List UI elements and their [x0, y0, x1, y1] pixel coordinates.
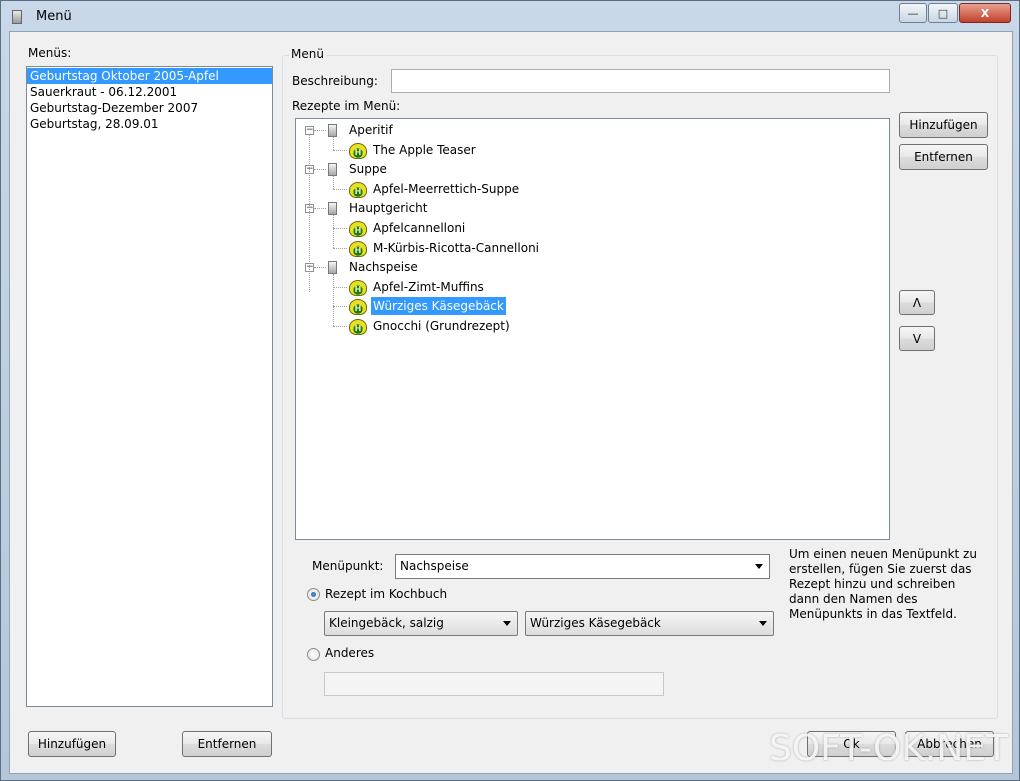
title-bar[interactable]: Menü — □ X	[1, 1, 1019, 31]
tree-connector	[333, 149, 347, 151]
tree-connector	[333, 326, 347, 327]
tree-category[interactable]: Nachspeise	[347, 258, 420, 276]
tree-recipe[interactable]: Apfelcannelloni	[371, 219, 467, 237]
minimize-button[interactable]: —	[899, 3, 927, 23]
menus-label: Menüs:	[28, 46, 72, 60]
cookbook-recipe-radio[interactable]	[307, 588, 320, 601]
tree-recipe[interactable]: Apfel-Meerrettich-Suppe	[371, 180, 521, 198]
radio-selected-dot	[311, 592, 316, 597]
menu-list-item[interactable]: Geburtstag Oktober 2005-Apfel	[27, 68, 272, 84]
recipe-icon: H	[349, 279, 367, 296]
category-select[interactable]: Kleingebäck, salzig	[324, 611, 518, 636]
recipe-icon: H	[349, 240, 367, 257]
other-input[interactable]	[324, 672, 664, 696]
chevron-down-icon	[759, 621, 767, 626]
recipe-select[interactable]: Würziges Käsegebäck	[525, 611, 774, 636]
menu-item-combo[interactable]: Nachspeise	[395, 554, 770, 579]
tree-connector	[314, 130, 326, 131]
recipe-tree[interactable]: − Aperitif H The Apple Teaser − Suppe H Apfel-M…	[295, 118, 890, 540]
tree-connector	[333, 176, 334, 189]
menu-group-title: Menü	[289, 47, 326, 61]
menu-list-item[interactable]: Geburtstag, 28.09.01	[27, 116, 272, 132]
recipe-icon: H	[349, 221, 367, 237]
tree-connector	[333, 274, 334, 326]
document-icon	[12, 10, 22, 24]
menu-list-item[interactable]: Geburtstag-Dezember 2007	[27, 100, 272, 116]
maximize-button[interactable]: □	[928, 3, 958, 23]
recipe-icon: H	[349, 181, 367, 198]
tree-connector	[314, 208, 326, 210]
category-select-value: Kleingebäck, salzig	[329, 616, 444, 630]
tree-connector	[333, 247, 347, 249]
tree-connector	[333, 228, 347, 229]
description-label: Beschreibung:	[292, 74, 378, 88]
menu-list-item[interactable]: Sauerkraut - 06.12.2001	[27, 84, 272, 100]
add-recipe-button[interactable]: Hinzufügen	[899, 112, 988, 138]
cookbook-recipe-radio-label[interactable]: Rezept im Kochbuch	[325, 587, 447, 601]
tree-recipe[interactable]: The Apple Teaser	[371, 141, 478, 159]
help-text: Um einen neuen Menüpunkt zu erstellen, f…	[789, 547, 977, 621]
watermark: SOFT-OK.NET	[769, 728, 1008, 769]
menu-item-label: Menüpunkt:	[312, 559, 384, 573]
tree-connector	[314, 267, 326, 269]
tree-connector	[333, 137, 334, 150]
menu-item-combo-value: Nachspeise	[400, 559, 469, 573]
tree-recipe[interactable]: Apfel-Zimt-Muffins	[371, 278, 486, 296]
tree-connector	[333, 215, 334, 248]
recipe-select-value: Würziges Käsegebäck	[530, 616, 661, 630]
tree-category[interactable]: Hauptgericht	[347, 199, 429, 217]
move-up-button[interactable]: Λ	[899, 290, 935, 315]
recipes-in-menu-label: Rezepte im Menü:	[292, 99, 401, 113]
recipe-icon: H	[349, 299, 367, 316]
window-title: Menü	[36, 9, 72, 24]
close-button[interactable]: X	[959, 3, 1011, 23]
tree-connector	[314, 169, 326, 171]
remove-recipe-button[interactable]: Entfernen	[899, 144, 988, 170]
tree-recipe[interactable]: Gnocchi (Grundrezept)	[371, 317, 512, 335]
remove-menu-button[interactable]: Entfernen	[182, 731, 272, 757]
tree-connector	[333, 306, 347, 308]
chevron-down-icon	[503, 621, 511, 626]
tree-connector	[333, 188, 347, 190]
other-radio[interactable]	[307, 648, 320, 661]
move-down-button[interactable]: V	[899, 326, 935, 351]
add-menu-button[interactable]: Hinzufügen	[28, 731, 116, 757]
menus-listbox[interactable]: Geburtstag Oktober 2005-Apfel Sauerkraut …	[26, 66, 273, 707]
menu-dialog-window: Menü — □ X Menüs: Geburtstag Oktober 200…	[0, 0, 1020, 781]
recipe-icon: H	[349, 142, 367, 159]
document-icon	[328, 163, 337, 177]
chevron-down-icon	[755, 564, 763, 569]
other-radio-label[interactable]: Anderes	[325, 646, 374, 660]
tree-connector	[309, 135, 310, 292]
collapse-toggle[interactable]: −	[305, 126, 314, 135]
tree-recipe[interactable]: Würziges Käsegebäck	[371, 297, 506, 316]
document-icon	[328, 261, 337, 275]
tree-category[interactable]: Aperitif	[347, 121, 395, 139]
description-input[interactable]	[391, 69, 890, 93]
document-icon	[328, 202, 337, 216]
tree-category[interactable]: Suppe	[347, 160, 389, 178]
tree-connector	[333, 286, 347, 288]
tree-recipe[interactable]: M-Kürbis-Ricotta-Cannelloni	[371, 239, 541, 257]
recipe-icon: H	[349, 319, 367, 335]
document-icon	[328, 124, 337, 137]
